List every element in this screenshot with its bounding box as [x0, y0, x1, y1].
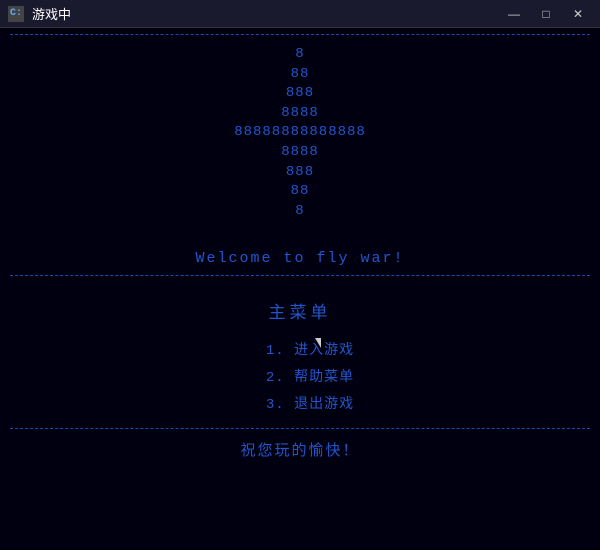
- menu-item-2[interactable]: 2. 帮助菜单: [266, 365, 354, 392]
- ascii-line-7: 888: [0, 163, 600, 183]
- titlebar: C: 游戏中 — □ ✕: [0, 0, 600, 28]
- footer-section: 祝您玩的愉快！: [0, 429, 600, 468]
- ascii-line-2: 88: [0, 65, 600, 85]
- menu-item-3[interactable]: 3. 退出游戏: [266, 392, 354, 419]
- menu-items-list: 1. 进入游戏 2. 帮助菜单 3. 退出游戏: [246, 338, 354, 418]
- ascii-line-3: 888: [0, 84, 600, 104]
- welcome-section: Welcome to fly war!: [0, 235, 600, 275]
- footer-text: 祝您玩的愉快！: [240, 443, 359, 460]
- close-button[interactable]: ✕: [564, 4, 592, 24]
- ascii-line-8: 88: [0, 182, 600, 202]
- app-window: C: 游戏中 — □ ✕ 8 88 888 8888 8888888888888…: [0, 0, 600, 550]
- bottom-dashed-border: [10, 275, 590, 276]
- maximize-button[interactable]: □: [532, 4, 560, 24]
- ascii-line-1: 8: [0, 45, 600, 65]
- ascii-line-9: 8: [0, 202, 600, 222]
- mouse-cursor-icon: [315, 338, 321, 348]
- ascii-art-display: 8 88 888 8888 88888888888888 8888 888 88…: [0, 35, 600, 235]
- menu-section: 主菜单 1. 进入游戏 2. 帮助菜单 3. 退出游戏: [0, 282, 600, 428]
- main-content: 8 88 888 8888 88888888888888 8888 888 88…: [0, 28, 600, 550]
- menu-item-1[interactable]: 1. 进入游戏: [266, 338, 354, 365]
- ascii-line-5: 88888888888888: [0, 123, 600, 143]
- minimize-button[interactable]: —: [500, 4, 528, 24]
- welcome-text: Welcome to fly war!: [195, 250, 404, 267]
- app-icon: C:: [8, 6, 24, 22]
- menu-title: 主菜单: [0, 298, 600, 324]
- window-title: 游戏中: [32, 4, 71, 23]
- ascii-line-6: 8888: [0, 143, 600, 163]
- ascii-line-4: 8888: [0, 104, 600, 124]
- window-controls: — □ ✕: [500, 4, 592, 24]
- app-icon-label: C:: [10, 8, 22, 19]
- titlebar-left: C: 游戏中: [8, 4, 71, 23]
